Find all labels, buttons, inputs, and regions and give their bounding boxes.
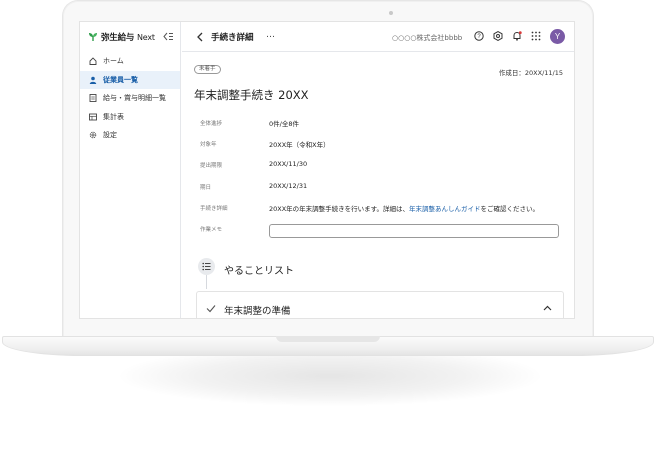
todo-list-badge [198, 258, 215, 275]
list-icon [202, 262, 211, 271]
sidebar-item-payslips[interactable]: 給与・賞与明細一覧 [80, 89, 180, 108]
person-icon [89, 76, 97, 84]
created-date: 作成日：20XX/11/15 [498, 69, 563, 77]
sidebar-item-summary[interactable]: 集計表 [80, 108, 180, 127]
field-label-details: 手続き詳細 [200, 206, 228, 212]
logo-brand: 弥生給与 [101, 33, 135, 43]
leaf-logo-icon [89, 33, 97, 41]
sidebar-item-settings[interactable]: 設定 [80, 126, 180, 145]
task-card-title: 年末調整の準備 [224, 306, 291, 317]
logo-text: 弥生給与 Next [101, 31, 155, 43]
sidebar-item-label: 集計表 [103, 112, 124, 121]
more-options-button[interactable]: … [266, 30, 275, 40]
field-label-progress: 全体進捗 [200, 121, 223, 127]
todo-connector-line [206, 275, 207, 289]
sidebar-item-label: 従業員一覧 [103, 75, 138, 84]
chevron-up-icon[interactable] [543, 305, 552, 311]
field-value-due-date: 20XX/12/31 [269, 182, 308, 190]
apps-grid-icon[interactable] [531, 31, 541, 41]
field-label-due-date: 期日 [200, 185, 212, 191]
main-content: 未着手 作成日：20XX/11/15 年末調整手続き 20XX 全体進捗 0件/… [182, 53, 574, 318]
procedure-heading: 年末調整手続き 20XX [194, 88, 309, 102]
document-icon [89, 94, 97, 103]
details-text-before: 20XX年の年末調整手続きを行います。詳細は、 [269, 205, 410, 213]
home-icon [89, 57, 97, 66]
bell-icon[interactable] [512, 31, 522, 41]
memo-input[interactable] [269, 224, 559, 238]
settings-hex-icon[interactable] [493, 31, 503, 41]
field-value-details: 20XX年の年末調整手続きを行います。詳細は、年末調整あんしんガイドをご確認くだ… [269, 203, 539, 213]
laptop-base-notch [276, 336, 380, 342]
check-icon [206, 305, 216, 313]
status-badge: 未着手 [194, 65, 221, 74]
sidebar: 弥生給与 Next ホーム 従業員一覧 給与・賞与明細一覧 集計表 設定 [80, 22, 181, 318]
field-label-target-year: 対象年 [200, 142, 217, 148]
sidebar-item-label: 設定 [103, 131, 117, 140]
laptop-mockup: 弥生給与 Next ホーム 従業員一覧 給与・賞与明細一覧 集計表 設定 手続き… [0, 0, 656, 451]
help-icon[interactable]: ? [474, 31, 484, 41]
logo-suffix: Next [136, 33, 155, 42]
sidebar-item-home[interactable]: ホーム [80, 52, 180, 71]
sidebar-nav: ホーム 従業員一覧 給与・賞与明細一覧 集計表 設定 [80, 52, 180, 145]
sidebar-item-employees[interactable]: 従業員一覧 [80, 70, 180, 89]
field-label-submission-deadline: 提出期限 [200, 163, 223, 169]
app-logo[interactable]: 弥生給与 Next [88, 31, 155, 43]
company-name[interactable]: ○○○○株式会社bbbb [392, 33, 462, 43]
task-card-preparation[interactable]: 年末調整の準備 [196, 291, 564, 318]
todo-list-title: やることリスト [224, 266, 294, 277]
top-bar: 手続き詳細 … ○○○○株式会社bbbb ? Y [182, 22, 574, 52]
collapse-sidebar-icon[interactable] [163, 32, 173, 41]
field-value-submission-deadline: 20XX/11/30 [269, 160, 308, 168]
gear-icon [89, 132, 97, 139]
guide-link[interactable]: 年末調整あんしんガイド [409, 205, 481, 213]
field-value-target-year: 20XX年（令和X年） [269, 141, 330, 149]
sidebar-item-label: 給与・賞与明細一覧 [103, 94, 166, 103]
page-title: 手続き詳細 [211, 33, 254, 43]
field-label-memo: 作業メモ [200, 227, 223, 233]
app-screen: 弥生給与 Next ホーム 従業員一覧 給与・賞与明細一覧 集計表 設定 手続き… [79, 21, 575, 319]
table-icon [89, 113, 97, 121]
sidebar-item-label: ホーム [103, 57, 124, 66]
avatar[interactable]: Y [550, 29, 565, 44]
field-value-progress: 0件/全8件 [269, 120, 299, 128]
back-arrow-icon[interactable] [196, 32, 204, 42]
details-text-after: をご確認ください。 [480, 205, 540, 213]
camera-dot [389, 11, 393, 15]
